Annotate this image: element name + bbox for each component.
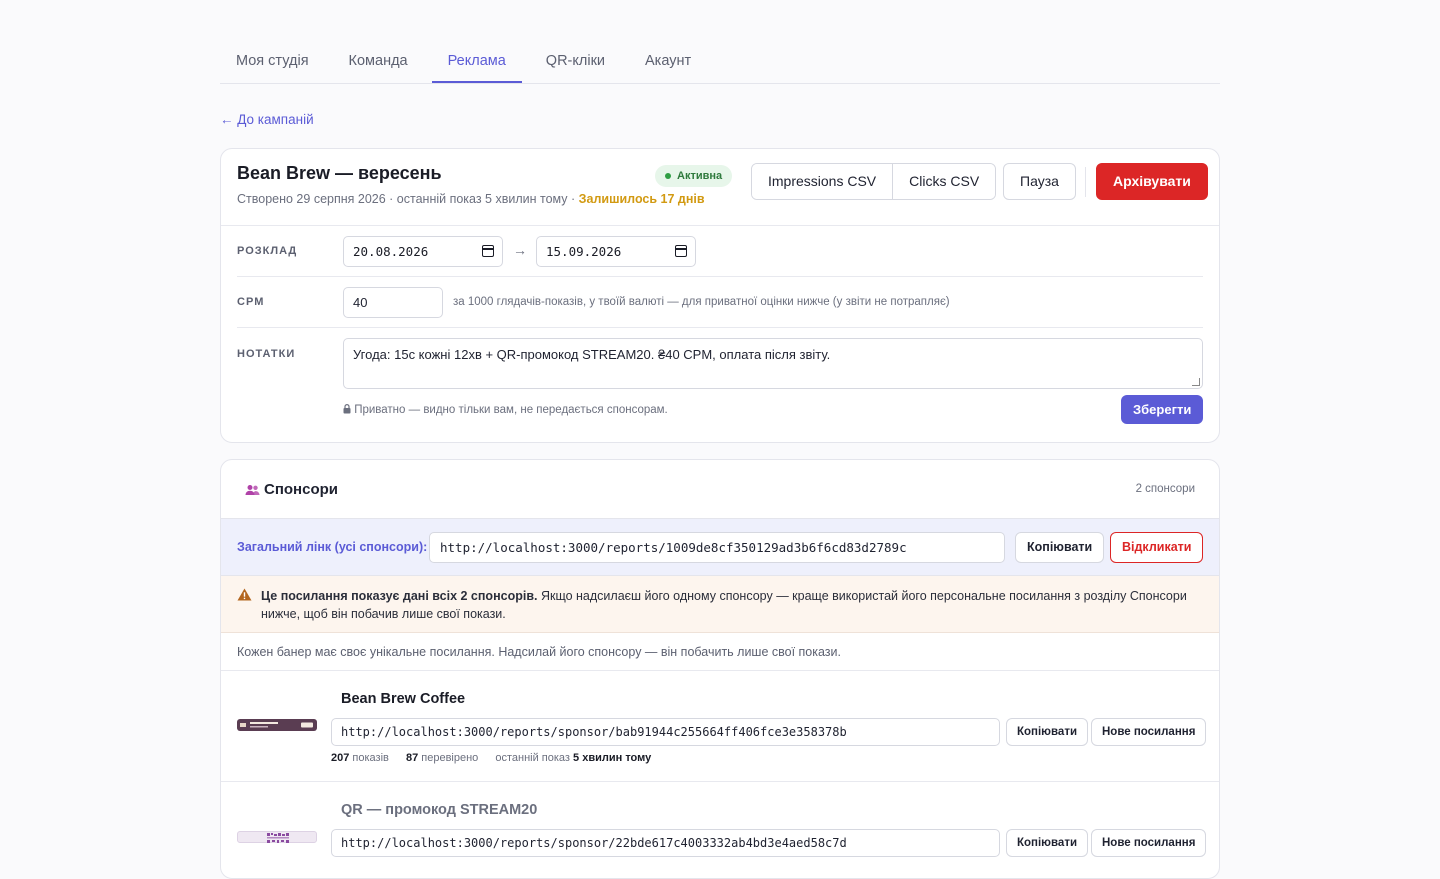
sponsor-link-input[interactable]: http://localhost:3000/reports/sponsor/ba… <box>331 718 1000 746</box>
qr-code-icon <box>267 833 289 843</box>
warning-banner: Це посилання показує дані всіх 2 спонсор… <box>221 576 1219 633</box>
new-sponsor-link-button[interactable]: Нове посилання <box>1091 829 1207 857</box>
divider <box>221 670 1219 671</box>
end-date-value: 15.09.2026 <box>546 244 622 259</box>
notes-textarea[interactable]: Угода: 15с кожні 12хв + QR-промокод STRE… <box>343 338 1203 389</box>
sponsors-title: Спонсори <box>245 481 338 498</box>
pause-button[interactable]: Пауза <box>1003 163 1076 200</box>
sponsor-banner-thumbnail <box>237 831 317 843</box>
status-label: Активна <box>677 170 723 182</box>
end-date-input[interactable]: 15.09.2026 <box>536 236 696 267</box>
campaign-title: Bean Brew — вересень <box>237 163 442 183</box>
tab-qr-clicks[interactable]: QR-кліки <box>530 42 621 83</box>
tab-team[interactable]: Команда <box>333 42 424 83</box>
calendar-icon[interactable] <box>482 245 494 257</box>
campaign-subtitle: Створено 29 серпня 2026 · останній показ… <box>237 192 705 206</box>
sponsor-banner-thumbnail <box>237 719 317 731</box>
status-badge: Активна <box>655 165 733 187</box>
divider <box>221 225 1219 226</box>
warning-bold: Це посилання показує дані всіх 2 спонсор… <box>261 589 538 603</box>
last-show-stat: останній показ 5 хвилин тому <box>495 752 652 764</box>
remaining-days: Залишилось 17 днів <box>578 192 705 206</box>
divider <box>1085 167 1086 197</box>
sponsors-card: Спонсори 2 спонсори Загальний лінк (усі … <box>220 459 1220 879</box>
copy-sponsor-link-button[interactable]: Копіювати <box>1006 829 1089 857</box>
shared-link-input[interactable]: http://localhost:3000/reports/1009de8cf3… <box>429 532 1005 563</box>
copy-sponsor-link-button[interactable]: Копіювати <box>1006 718 1089 746</box>
notes-label: НОТАТКИ <box>237 348 296 360</box>
shows-stat: 207 показів <box>331 752 389 764</box>
back-to-campaigns-link[interactable]: ← До кампаній <box>220 112 314 127</box>
campaign-meta: Створено 29 серпня 2026 · останній показ… <box>237 192 576 206</box>
divider <box>237 327 1203 328</box>
tab-my-studio[interactable]: Моя студія <box>220 42 325 83</box>
users-icon <box>245 484 260 495</box>
shared-link-bar: Загальний лінк (усі спонсори): http://lo… <box>221 518 1219 576</box>
calendar-icon[interactable] <box>675 245 687 257</box>
divider <box>237 276 1203 277</box>
revoke-shared-link-button[interactable]: Відкликати <box>1110 532 1204 563</box>
banner-preview-image <box>240 722 313 728</box>
cpm-label: CPM <box>237 296 265 308</box>
export-button-group: Impressions CSV Clicks CSV <box>751 163 997 200</box>
sponsors-info: Кожен банер має своє унікальне посилання… <box>237 645 841 659</box>
divider <box>221 781 1219 782</box>
sponsor-link-input[interactable]: http://localhost:3000/reports/sponsor/22… <box>331 829 1000 857</box>
sponsors-count: 2 спонсори <box>1135 483 1195 495</box>
clicks-csv-button[interactable]: Clicks CSV <box>892 164 996 199</box>
lock-icon <box>343 404 351 414</box>
start-date-value: 20.08.2026 <box>353 244 429 259</box>
tab-ads[interactable]: Реклама <box>431 42 522 83</box>
sponsors-title-text: Спонсори <box>264 481 339 498</box>
impressions-csv-button[interactable]: Impressions CSV <box>752 164 893 199</box>
campaign-card: Bean Brew — вересень Створено 29 серпня … <box>220 148 1220 443</box>
warning-text: Це посилання показує дані всіх 2 спонсор… <box>261 587 1211 623</box>
notes-value: Угода: 15с кожні 12хв + QR-промокод STRE… <box>353 347 831 362</box>
sponsor-stats: 207 показів 87 перевірено останній показ… <box>331 752 651 764</box>
sponsor-name: Bean Brew Coffee <box>341 691 466 707</box>
tab-account[interactable]: Акаунт <box>629 42 707 83</box>
verified-stat: 87 перевірено <box>405 752 479 764</box>
warning-icon <box>237 588 252 601</box>
resize-handle-icon[interactable] <box>1192 378 1200 386</box>
private-hint: Приватно — видно тільки вам, не передаєт… <box>343 404 668 416</box>
shared-link-label: Загальний лінк (усі спонсори): <box>237 540 428 554</box>
status-dot-icon <box>665 173 671 179</box>
save-button[interactable]: Зберегти <box>1121 395 1204 424</box>
arrow-right-icon: → <box>513 242 527 258</box>
sponsor-name: QR — промокод STREAM20 <box>341 802 538 818</box>
private-hint-text: Приватно — видно тільки вам, не передаєт… <box>354 404 668 416</box>
campaign-header: Bean Brew — вересень Створено 29 серпня … <box>237 163 705 206</box>
tab-bar: Моя студія Команда Реклама QR-кліки Акау… <box>220 42 1220 84</box>
cpm-input[interactable]: 40 <box>343 287 443 318</box>
schedule-label: РОЗКЛАД <box>237 245 298 257</box>
new-sponsor-link-button[interactable]: Нове посилання <box>1091 718 1207 746</box>
copy-shared-link-button[interactable]: Копіювати <box>1015 532 1105 563</box>
archive-button[interactable]: Архівувати <box>1096 163 1208 200</box>
cpm-hint: за 1000 глядачів-показів, у твоїй валюті… <box>453 296 950 308</box>
start-date-input[interactable]: 20.08.2026 <box>343 236 503 267</box>
